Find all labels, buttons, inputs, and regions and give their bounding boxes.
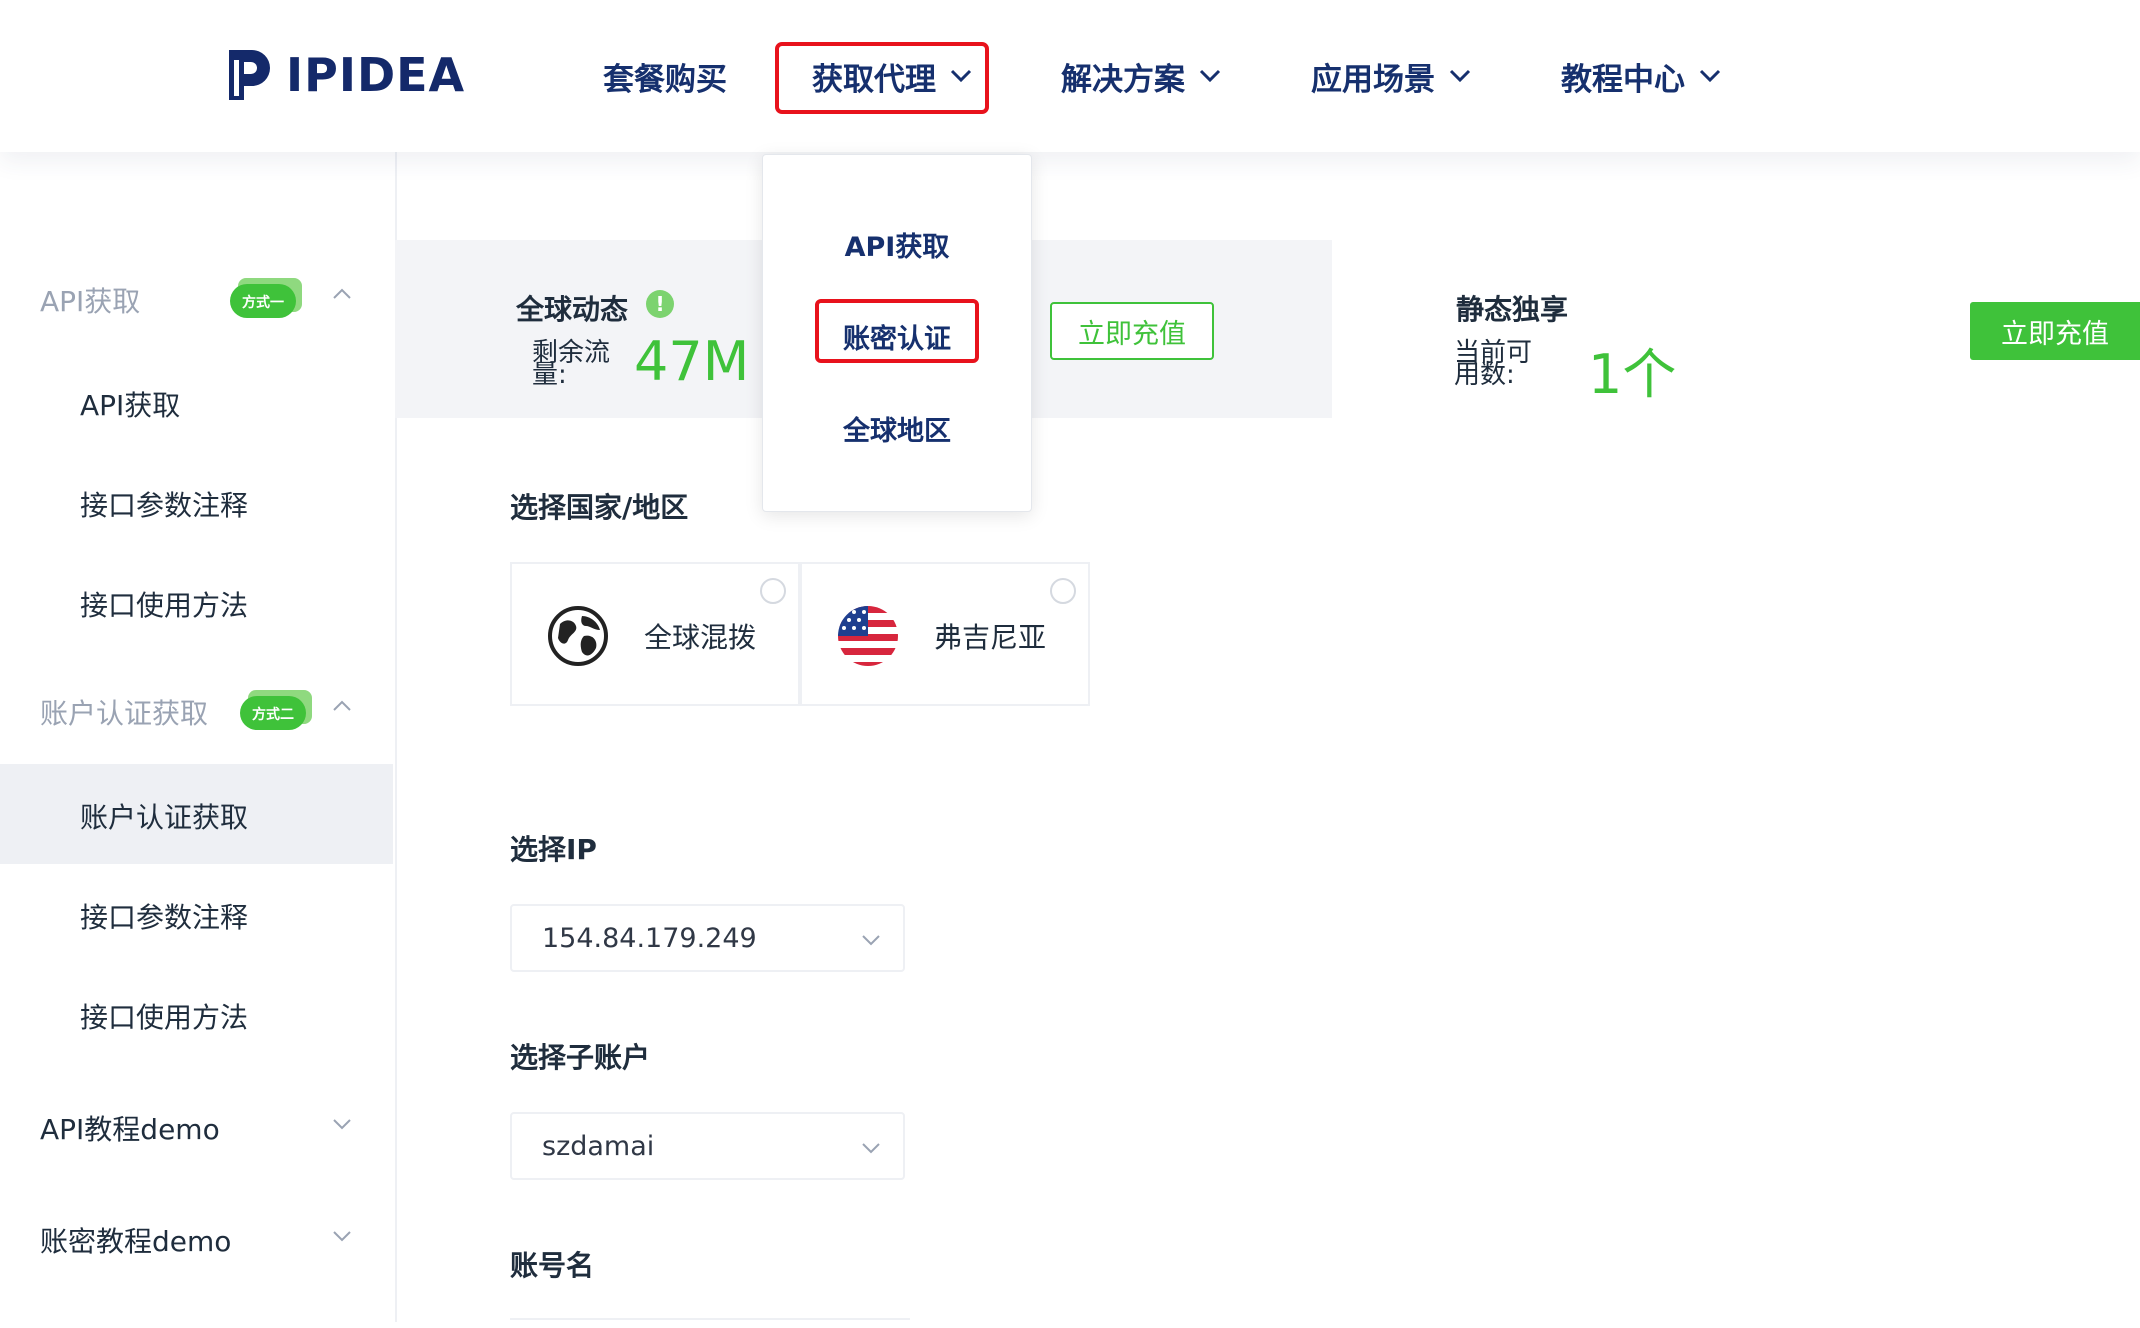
chevron-down-icon <box>1699 69 1721 83</box>
nav-use-cases[interactable]: 应用场景 <box>1311 48 1471 104</box>
nav-label: 教程中心 <box>1561 61 1685 98</box>
static-title: 静态独享 <box>1456 293 1569 326</box>
sidebar-item-params-2[interactable]: 接口参数注释 <box>80 896 248 936</box>
ip-select-value: 154.84.179.249 <box>542 923 757 954</box>
dropdown-item-account-auth[interactable]: 账密认证 <box>763 317 1031 356</box>
sidebar-group-label: 账密教程demo <box>40 1225 232 1258</box>
dropdown-item-global-regions[interactable]: 全球地区 <box>763 409 1031 448</box>
chevron-up-icon[interactable] <box>332 700 352 712</box>
sidebar-item-label: 接口使用方法 <box>80 1001 249 1034</box>
radio-button[interactable] <box>760 578 786 604</box>
recharge-button-static[interactable]: 立即充值 <box>1970 302 2140 360</box>
nav-solutions[interactable]: 解决方案 <box>1061 48 1221 104</box>
sidebar-group-account-auth[interactable]: 账户认证获取 <box>40 692 208 732</box>
sidebar-group-account-demo[interactable]: 账密教程demo <box>40 1220 231 1260</box>
nav-label: 应用场景 <box>1311 61 1435 98</box>
top-header: IPIDEA 套餐购买 获取代理 解决方案 应用场景 教程中心 <box>0 0 2140 152</box>
nav-label: 套餐购买 <box>603 61 727 98</box>
nav-package-purchase[interactable]: 套餐购买 <box>603 48 727 104</box>
method-badge: 方式一 <box>230 278 302 318</box>
account-name-section-title: 账号名 <box>510 1249 595 1282</box>
ip-section-title: 选择IP <box>510 833 597 866</box>
country-label: 弗吉尼亚 <box>934 621 1047 654</box>
nav-label: 解决方案 <box>1061 61 1185 98</box>
dropdown-item-api[interactable]: API获取 <box>763 225 1031 264</box>
account-name-input[interactable] <box>510 1318 910 1328</box>
country-option-virginia[interactable]: 弗吉尼亚 <box>800 562 1090 706</box>
badge-text: 方式二 <box>252 706 294 723</box>
recharge-button[interactable]: 立即充值 <box>1050 302 1214 360</box>
dynamic-title: 全球动态 <box>516 293 629 326</box>
radio-button[interactable] <box>1050 578 1076 604</box>
country-section-title: 选择国家/地区 <box>510 491 689 524</box>
available-count-label: 当前可用数: <box>1454 338 1533 390</box>
sidebar-item-account-auth[interactable]: 账户认证获取 <box>80 796 248 836</box>
remaining-traffic-label: 剩余流量: <box>532 338 611 390</box>
subaccount-section-title: 选择子账户 <box>510 1041 651 1074</box>
sidebar: API获取 方式一 API获取 接口参数注释 接口使用方法 账户认证获取 方式二… <box>0 152 397 1322</box>
ip-select[interactable]: 154.84.179.249 <box>510 904 905 972</box>
method-badge: 方式二 <box>240 690 312 730</box>
remaining-traffic-value: 47M <box>634 330 750 393</box>
country-option-global[interactable]: 全球混拨 <box>510 562 800 706</box>
available-count-value: 1个 <box>1588 343 1677 406</box>
chevron-down-icon <box>1199 69 1221 83</box>
badge-text: 方式一 <box>242 294 284 311</box>
chevron-up-icon[interactable] <box>332 288 352 300</box>
chevron-down-icon[interactable] <box>332 1230 352 1242</box>
sidebar-item-label: 接口使用方法 <box>80 589 249 622</box>
subaccount-select-value: szdamai <box>542 1131 655 1162</box>
chevron-down-icon[interactable] <box>332 1118 352 1130</box>
sidebar-group-label: API教程demo <box>40 1113 220 1146</box>
sidebar-item-usage[interactable]: 接口使用方法 <box>80 584 248 624</box>
chevron-down-icon <box>1449 69 1471 83</box>
nav-tutorials[interactable]: 教程中心 <box>1561 48 1721 104</box>
sidebar-item-label: 账户认证获取 <box>80 801 249 834</box>
sidebar-group-label: API获取 <box>40 285 141 318</box>
chevron-down-icon <box>862 935 880 946</box>
info-icon[interactable]: ! <box>646 290 674 318</box>
brand-logo[interactable]: IPIDEA <box>226 44 465 106</box>
globe-icon <box>548 606 608 666</box>
sidebar-group-label: 账户认证获取 <box>40 697 209 730</box>
sidebar-group-api-demo[interactable]: API教程demo <box>40 1108 220 1148</box>
sidebar-group-api[interactable]: API获取 <box>40 280 140 320</box>
sidebar-item-label: 接口参数注释 <box>80 901 249 934</box>
country-label: 全球混拨 <box>644 621 757 654</box>
sidebar-item-api-get[interactable]: API获取 <box>80 384 180 424</box>
us-flag-icon <box>838 606 898 666</box>
sidebar-item-usage-2[interactable]: 接口使用方法 <box>80 996 248 1036</box>
sidebar-item-params[interactable]: 接口参数注释 <box>80 484 248 524</box>
get-proxy-dropdown: API获取 账密认证 全球地区 <box>762 154 1032 512</box>
sidebar-item-label: 接口参数注释 <box>80 489 249 522</box>
subaccount-select[interactable]: szdamai <box>510 1112 905 1180</box>
logo-icon <box>229 50 270 100</box>
chevron-down-icon <box>862 1143 880 1154</box>
brand-name: IPIDEA <box>286 48 466 102</box>
active-nav-highlight <box>775 42 989 114</box>
sidebar-item-label: API获取 <box>80 389 181 422</box>
